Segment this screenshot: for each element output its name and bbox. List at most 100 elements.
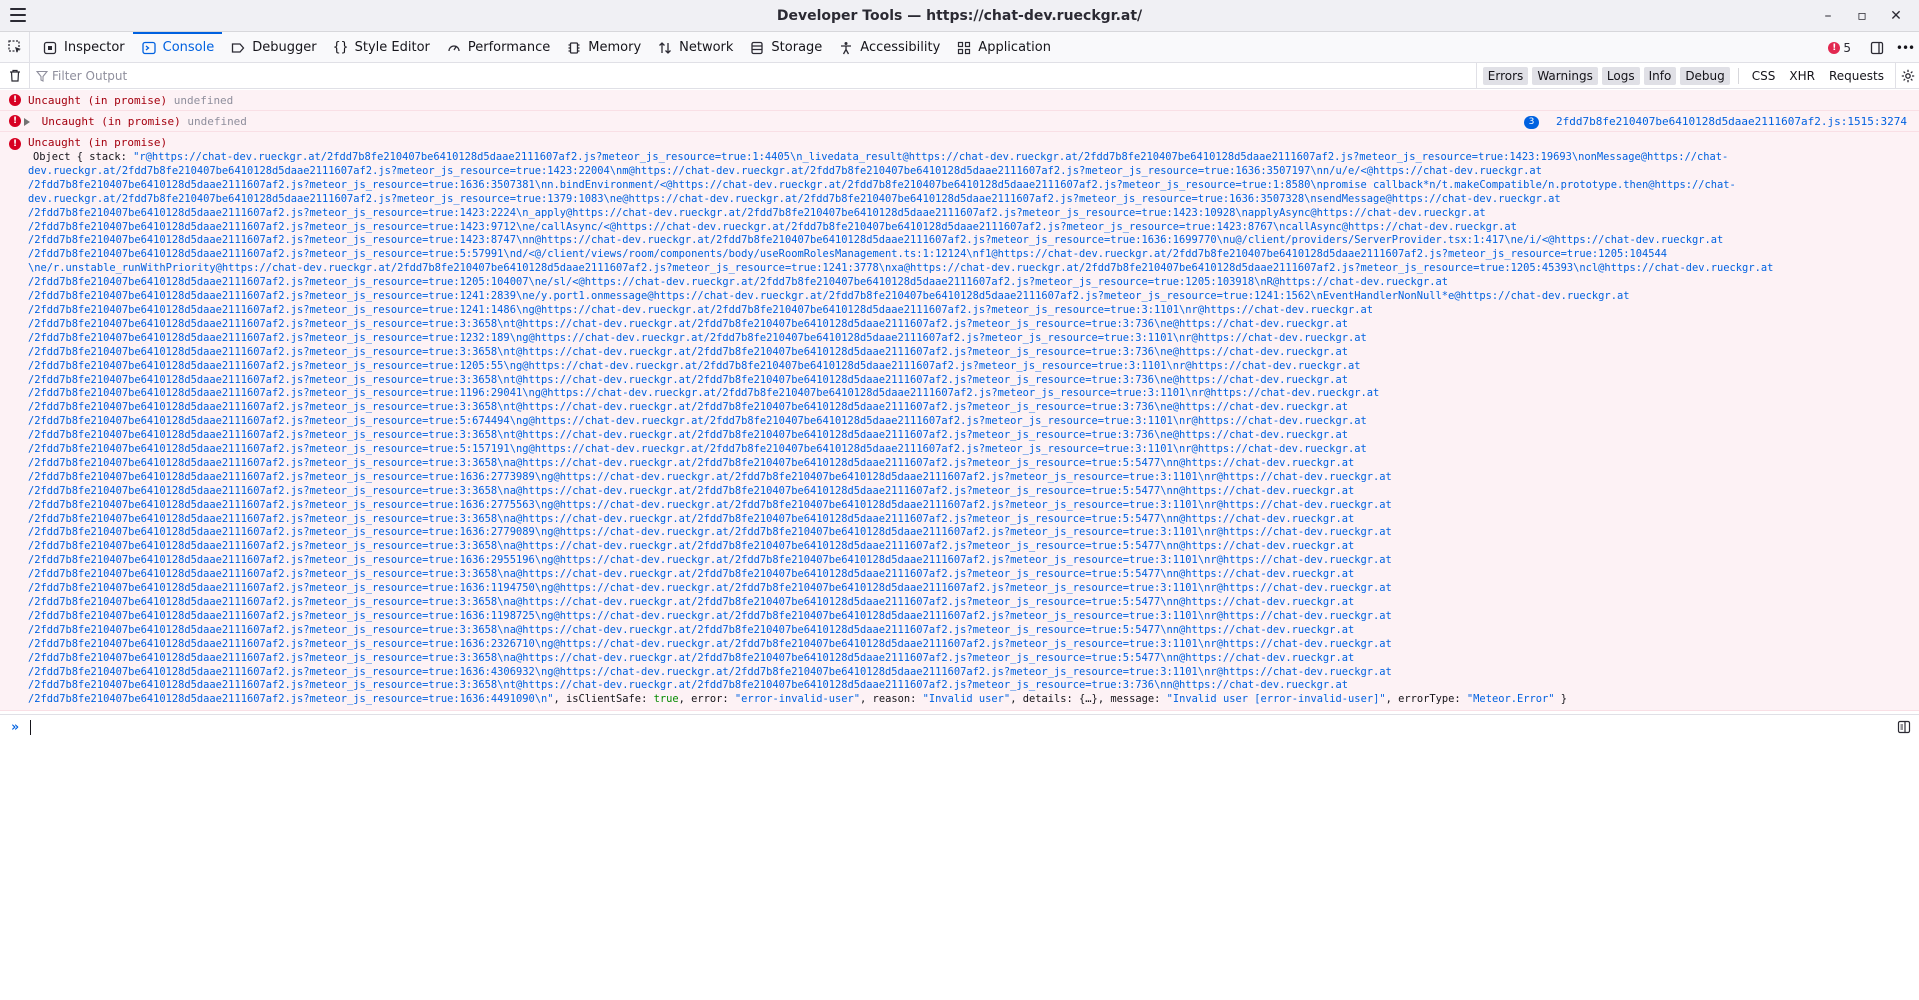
stack-line: /2fdd7b8fe210407be6410128d5daae2111607af…: [28, 665, 1392, 678]
tab-network[interactable]: Network: [649, 32, 741, 63]
stack-line: /2fdd7b8fe210407be6410128d5daae2111607af…: [28, 470, 1392, 483]
stack-line: \ne/r.unstable_runWithPriority@https://c…: [28, 262, 1774, 275]
console-error-message[interactable]: ! Uncaught (in promise) undefined 3 2fdd…: [0, 111, 1919, 132]
stack-line: /2fdd7b8fe210407be6410128d5daae2111607af…: [28, 540, 1355, 553]
stack-line: /2fdd7b8fe210407be6410128d5daae2111607af…: [28, 248, 1667, 261]
hamburger-menu-icon[interactable]: [10, 8, 26, 22]
clear-output-button[interactable]: [0, 62, 30, 89]
filter-warnings-button[interactable]: Warnings: [1532, 67, 1598, 85]
stack-line: /2fdd7b8fe210407be6410128d5daae2111607af…: [28, 373, 1348, 386]
stack-line: /2fdd7b8fe210407be6410128d5daae2111607af…: [28, 387, 1380, 400]
gear-icon: [1901, 69, 1914, 83]
minimize-button[interactable]: –: [1811, 8, 1845, 24]
stack-line: dev.rueckgr.at/2fdd7b8fe210407be6410128d…: [28, 164, 1542, 177]
maximize-button[interactable]: ▫: [1845, 8, 1879, 24]
stack-line: /2fdd7b8fe210407be6410128d5daae2111607af…: [28, 331, 1367, 344]
tab-label: Application: [978, 40, 1051, 55]
tab-console[interactable]: Console: [132, 32, 223, 63]
more-options-button[interactable]: •••: [1891, 41, 1919, 55]
filter-requests-button[interactable]: Requests: [1824, 67, 1889, 85]
prop-key: , reason:: [860, 693, 923, 706]
message-label: Uncaught (in promise): [28, 136, 168, 149]
tab-storage[interactable]: Storage: [741, 32, 830, 63]
memory-icon: [566, 40, 582, 56]
tab-label: Network: [679, 40, 734, 55]
window-titlebar: Developer Tools — https://chat-dev.rueck…: [0, 0, 1919, 32]
filter-xhr-button[interactable]: XHR: [1784, 67, 1820, 85]
stack-line: /2fdd7b8fe210407be6410128d5daae2111607af…: [28, 429, 1348, 442]
filter-css-button[interactable]: CSS: [1747, 67, 1781, 85]
stack-line: /2fdd7b8fe210407be6410128d5daae2111607af…: [28, 290, 1630, 303]
stack-line: /2fdd7b8fe210407be6410128d5daae2111607af…: [28, 206, 1486, 219]
stack-line: /2fdd7b8fe210407be6410128d5daae2111607af…: [28, 582, 1392, 595]
prop-key: , error:: [678, 693, 735, 706]
stack-line: /2fdd7b8fe210407be6410128d5daae2111607af…: [28, 526, 1392, 539]
tab-label: Memory: [588, 40, 642, 55]
filter-separator: [1737, 68, 1739, 84]
console-output: ! Uncaught (in promise) undefined ! Unca…: [0, 90, 1919, 714]
editor-mode-toggle-button[interactable]: [1897, 720, 1911, 738]
prop-value: "Invalid user": [922, 693, 1011, 706]
error-icon: !: [9, 94, 21, 106]
stack-line: /2fdd7b8fe210407be6410128d5daae2111607af…: [28, 637, 1392, 650]
console-error-message[interactable]: ! Uncaught (in promise) Object { stack: …: [0, 132, 1919, 712]
message-label: Uncaught (in promise): [41, 115, 181, 128]
filter-input[interactable]: [52, 68, 652, 83]
stack-line: /2fdd7b8fe210407be6410128d5daae2111607af…: [28, 596, 1355, 608]
console-settings-button[interactable]: [1895, 63, 1919, 89]
stack-line: /2fdd7b8fe210407be6410128d5daae2111607af…: [28, 554, 1392, 567]
stack-line: /2fdd7b8fe210407be6410128d5daae2111607af…: [28, 623, 1355, 636]
tab-label: Storage: [771, 40, 823, 55]
window-title: Developer Tools — https://chat-dev.rueck…: [776, 7, 1143, 24]
network-icon: [657, 40, 673, 56]
console-error-message[interactable]: ! Uncaught (in promise) undefined: [0, 90, 1919, 111]
object-head: Object { stack:: [33, 151, 134, 163]
accessibility-icon: [838, 40, 854, 56]
tab-label: Accessibility: [860, 40, 941, 55]
tab-debugger[interactable]: Debugger: [222, 32, 324, 63]
storage-icon: [749, 40, 765, 56]
stack-line: /2fdd7b8fe210407be6410128d5daae2111607af…: [28, 303, 1373, 316]
window-controls: – ▫ ✕: [1811, 0, 1913, 32]
prompt-chevron-icon: »: [11, 720, 19, 735]
filter-icon: [36, 70, 48, 82]
application-icon: [956, 40, 972, 56]
stack-line: /2fdd7b8fe210407be6410128d5daae2111607af…: [28, 178, 1736, 191]
tab-application[interactable]: Application: [948, 32, 1059, 63]
console-input-line[interactable]: »: [0, 714, 1919, 740]
filter-logs-button[interactable]: Logs: [1601, 67, 1640, 85]
text-caret: [30, 720, 31, 735]
tab-style-editor[interactable]: {} Style Editor: [325, 32, 438, 63]
element-picker-button[interactable]: [0, 32, 30, 62]
tab-label: Style Editor: [354, 40, 430, 55]
tab-accessibility[interactable]: Accessibility: [830, 32, 948, 63]
dock-options-button[interactable]: [1863, 41, 1891, 55]
tab-memory[interactable]: Memory: [558, 32, 649, 63]
message-label: Uncaught (in promise): [28, 94, 168, 107]
prop-value[interactable]: {…}: [1079, 693, 1098, 705]
filter-debug-button[interactable]: Debug: [1680, 67, 1730, 85]
stack-line: /2fdd7b8fe210407be6410128d5daae2111607af…: [28, 498, 1392, 511]
filter-errors-button[interactable]: Errors: [1482, 67, 1529, 85]
close-button[interactable]: ✕: [1879, 8, 1913, 24]
tab-label: Performance: [467, 40, 551, 55]
filter-buttons: Errors Warnings Logs Info Debug CSS XHR …: [1475, 63, 1919, 89]
stack-line: /2fdd7b8fe210407be6410128d5daae2111607af…: [28, 609, 1392, 622]
console-icon: [141, 40, 157, 56]
stack-line: /2fdd7b8fe210407be6410128d5daae2111607af…: [28, 679, 1348, 692]
tab-inspector[interactable]: Inspector: [34, 32, 133, 63]
expand-arrow-icon[interactable]: [24, 118, 30, 126]
prop-value: "Invalid user [error-invalid-user]": [1166, 693, 1386, 706]
error-count-badge[interactable]: ! 5: [1828, 41, 1851, 55]
error-icon: !: [9, 138, 21, 150]
tab-performance[interactable]: Performance: [438, 32, 558, 63]
source-link[interactable]: 2fdd7b8fe210407be6410128d5daae2111607af2…: [1556, 115, 1907, 128]
debugger-icon: [230, 40, 246, 56]
object-properties: , isClientSafe: true, error: "error-inva…: [553, 693, 1567, 705]
prop-key: , isClientSafe:: [553, 693, 654, 706]
stack-line: /2fdd7b8fe210407be6410128d5daae2111607af…: [28, 651, 1355, 664]
dock-icon: [1870, 41, 1884, 54]
inspector-icon: [42, 40, 58, 56]
stack-line: dev.rueckgr.at/2fdd7b8fe210407be6410128d…: [28, 192, 1561, 205]
filter-info-button[interactable]: Info: [1643, 67, 1677, 85]
